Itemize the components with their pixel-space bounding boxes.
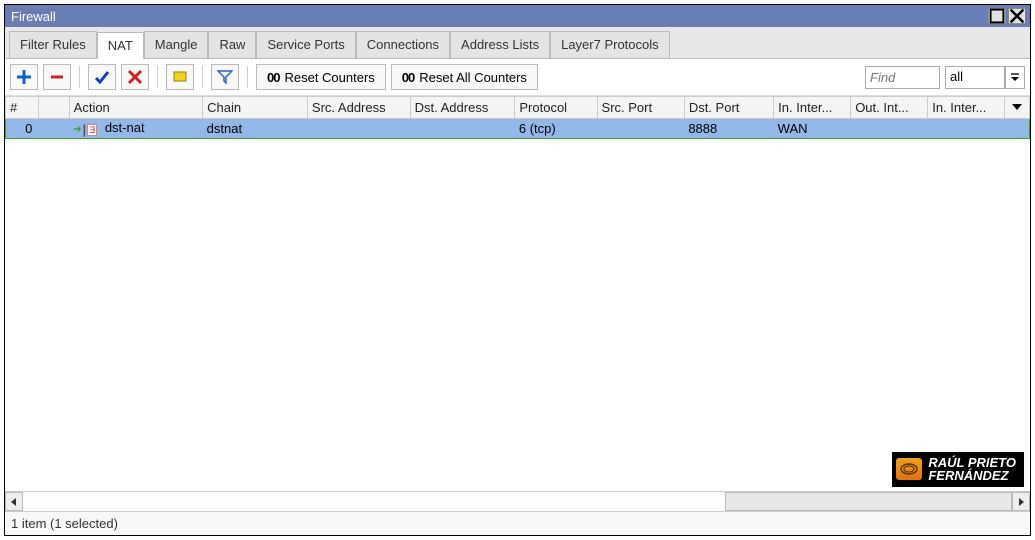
tab-layer7-protocols[interactable]: Layer7 Protocols xyxy=(550,31,670,58)
col-src-address[interactable]: Src. Address xyxy=(307,97,410,119)
tab-connections[interactable]: Connections xyxy=(356,31,450,58)
tab-raw[interactable]: Raw xyxy=(208,31,256,58)
disable-button[interactable] xyxy=(121,64,149,90)
cell-dst-port: 8888 xyxy=(684,119,773,139)
col-flag[interactable] xyxy=(38,97,69,119)
cell-protocol: 6 (tcp) xyxy=(515,119,597,139)
col-dst-address[interactable]: Dst. Address xyxy=(410,97,515,119)
watermark-logo-icon xyxy=(896,458,922,480)
col-in-interface[interactable]: In. Inter... xyxy=(774,97,851,119)
scroll-left-button[interactable] xyxy=(5,492,23,511)
window-title: Firewall xyxy=(9,9,986,24)
remove-button[interactable] xyxy=(43,64,71,90)
tab-filter-rules[interactable]: Filter Rules xyxy=(9,31,97,58)
horizontal-scrollbar[interactable] xyxy=(5,491,1030,511)
watermark-badge: RAÚL PRIETO FERNÁNDEZ xyxy=(892,452,1024,487)
close-button[interactable] xyxy=(1008,8,1026,24)
cell-action: ➔|Ǝ dst-nat xyxy=(69,119,203,139)
toolbar: 00 Reset Counters 00 Reset All Counters … xyxy=(5,59,1030,96)
cell-in-interface-list xyxy=(928,119,1005,139)
scroll-track[interactable] xyxy=(23,492,1012,511)
watermark-line-2: FERNÁNDEZ xyxy=(928,469,1016,483)
filter-button[interactable] xyxy=(211,64,239,90)
tab-address-lists[interactable]: Address Lists xyxy=(450,31,550,58)
col-action[interactable]: Action xyxy=(69,97,203,119)
find-input[interactable] xyxy=(865,66,940,89)
cell-dst-address xyxy=(410,119,515,139)
col-protocol[interactable]: Protocol xyxy=(515,97,597,119)
col-in-interface-list[interactable]: In. Inter... xyxy=(928,97,1005,119)
watermark-line-1: RAÚL PRIETO xyxy=(928,456,1016,470)
firewall-window: Firewall Filter Rules NAT Mangle Raw Ser… xyxy=(4,4,1031,536)
minimize-button[interactable] xyxy=(988,8,1006,24)
col-out-interface[interactable]: Out. Int... xyxy=(851,97,928,119)
tab-service-ports[interactable]: Service Ports xyxy=(256,31,355,58)
cell-flag xyxy=(38,119,69,139)
comment-button[interactable] xyxy=(166,64,194,90)
table-header: # Action Chain Src. Address Dst. Address… xyxy=(6,97,1030,119)
tab-mangle[interactable]: Mangle xyxy=(144,31,209,58)
enable-button[interactable] xyxy=(88,64,116,90)
nat-table: # Action Chain Src. Address Dst. Address… xyxy=(5,96,1030,139)
status-bar: 1 item (1 selected) xyxy=(5,511,1030,535)
tab-nat[interactable]: NAT xyxy=(97,32,144,59)
table-row[interactable]: 0 ➔|Ǝ dst-nat dstnat 6 (tcp) 8888 WAN xyxy=(6,119,1030,139)
table-container: # Action Chain Src. Address Dst. Address… xyxy=(5,96,1030,491)
dst-nat-icon: ➔|Ǝ xyxy=(73,122,97,137)
reset-all-counters-button[interactable]: 00 Reset All Counters xyxy=(391,64,538,90)
columns-menu-button[interactable] xyxy=(1005,97,1030,119)
cell-extra xyxy=(1005,119,1030,139)
counter-icon: 00 xyxy=(267,70,279,85)
scroll-thumb[interactable] xyxy=(725,492,1012,511)
col-src-port[interactable]: Src. Port xyxy=(597,97,684,119)
filter-scope-dropdown[interactable] xyxy=(1005,66,1025,89)
cell-src-port xyxy=(597,119,684,139)
reset-counters-button[interactable]: 00 Reset Counters xyxy=(256,64,386,90)
cell-out-interface xyxy=(851,119,928,139)
cell-chain: dstnat xyxy=(203,119,308,139)
cell-src-address xyxy=(307,119,410,139)
col-number[interactable]: # xyxy=(6,97,39,119)
col-dst-port[interactable]: Dst. Port xyxy=(684,97,773,119)
titlebar: Firewall xyxy=(5,5,1030,27)
tab-bar: Filter Rules NAT Mangle Raw Service Port… xyxy=(5,27,1030,59)
cell-number: 0 xyxy=(6,119,39,139)
cell-in-interface: WAN xyxy=(774,119,851,139)
add-button[interactable] xyxy=(10,64,38,90)
scroll-right-button[interactable] xyxy=(1012,492,1030,511)
col-chain[interactable]: Chain xyxy=(203,97,308,119)
counter-icon: 00 xyxy=(402,70,414,85)
filter-scope-value: all xyxy=(945,66,1005,89)
